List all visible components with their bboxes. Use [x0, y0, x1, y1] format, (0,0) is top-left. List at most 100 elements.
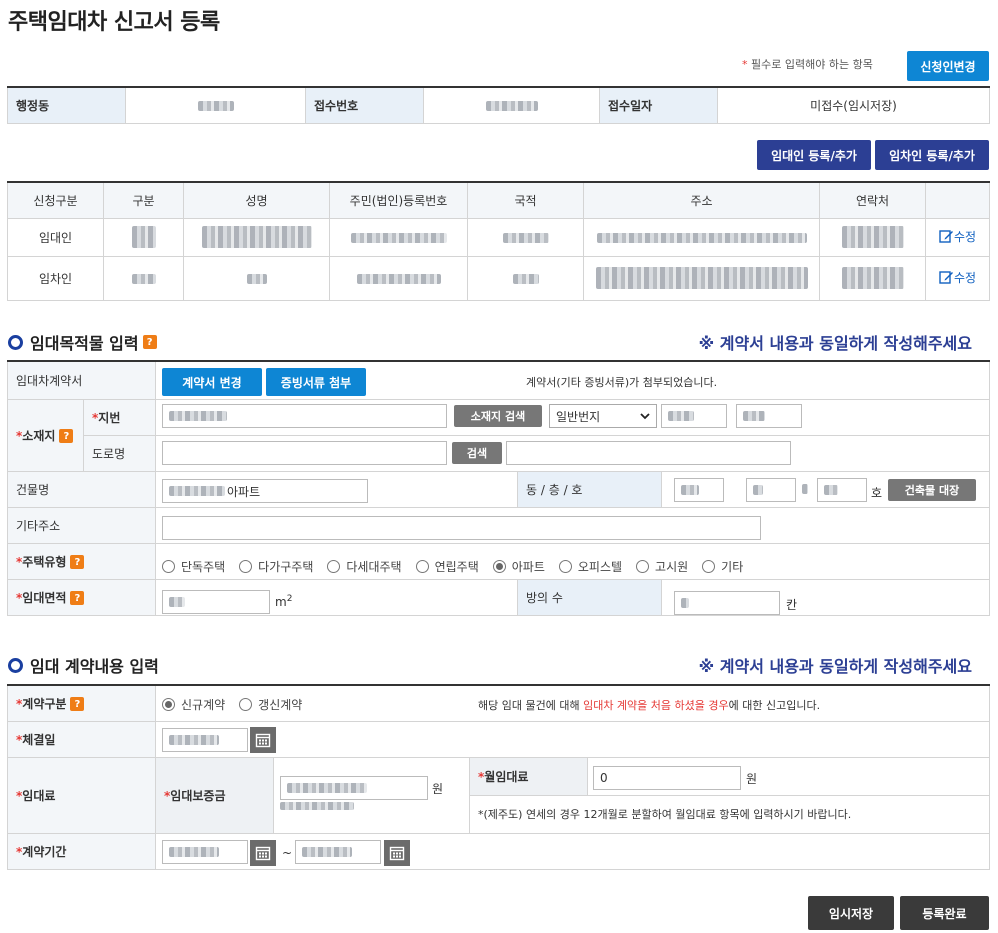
housing-type-radio-label: 다가구주택 [258, 560, 314, 574]
area-input[interactable] [162, 590, 270, 614]
housing-type-radio-2[interactable]: 다세대주택 [327, 558, 402, 575]
contract-date-input[interactable] [162, 728, 248, 752]
party-type: 임대인 [7, 217, 104, 257]
page-title: 주택임대차 신고서 등록 [8, 10, 220, 35]
required-note: * 필수로 입력해야 하는 항목 [742, 58, 873, 71]
lot-type-select[interactable]: 일반번지 [549, 404, 657, 428]
section-ring-icon [8, 334, 23, 350]
lot-address-input[interactable] [162, 404, 447, 428]
location-label: *소재지? [7, 398, 84, 472]
housing-type-radio-5[interactable]: 오피스텔 [558, 558, 623, 575]
building-name-input[interactable]: 아파트 [162, 479, 368, 503]
area-label: *임대면적? [7, 578, 156, 616]
help-icon[interactable]: ? [142, 335, 157, 349]
road-label: 도로명 [83, 434, 156, 472]
radio-circle-icon [239, 560, 253, 573]
lot-main-number-input[interactable] [661, 404, 727, 428]
housing-type-radio-1[interactable]: 다가구주택 [239, 558, 313, 575]
add-lessor-button[interactable]: 임대인 등록/추가 [757, 140, 871, 170]
property-section-title: 임대목적물 입력? [8, 330, 157, 354]
radio-circle-icon [162, 698, 175, 711]
col-header: 국적 [467, 181, 584, 219]
other-address-label: 기타주소 [7, 506, 156, 544]
complete-registration-button[interactable]: 등록완료 [900, 896, 989, 930]
help-icon[interactable]: ? [70, 591, 85, 605]
contract-type-label: *계약구분? [7, 684, 156, 722]
help-icon[interactable]: ? [70, 555, 85, 569]
radio-circle-icon [239, 698, 253, 711]
road-search-button[interactable]: 검색 [452, 442, 502, 464]
radio-circle-icon [702, 560, 716, 573]
road-address-input[interactable] [162, 441, 447, 465]
rooms-input[interactable] [674, 591, 780, 615]
col-header: 신청구분 [7, 181, 104, 219]
housing-type-radio-group: 단독주택 다가구주택 다세대주택 연립주택 아파트 오피스텔 고시원 기타 [162, 558, 757, 575]
help-icon[interactable]: ? [59, 429, 74, 443]
floor-suffix [802, 484, 808, 494]
housing-type-radio-label: 기타 [721, 560, 744, 574]
contract-end-input[interactable] [295, 840, 381, 864]
table-row: 임대인 수정 [7, 217, 990, 257]
housing-type-radio-label: 고시원 [655, 560, 689, 574]
summary-table: 행정동 접수번호 접수일자 미접수(임시저장) [7, 86, 990, 124]
contract-type-radio-0[interactable]: 신규계약 [162, 696, 225, 713]
contract-type-radio-1[interactable]: 갱신계약 [239, 696, 302, 713]
help-icon[interactable]: ? [70, 697, 85, 712]
contract-section-note: ※ 계약서 내용과 동일하게 작성해주세요 [698, 657, 972, 676]
calendar-icon[interactable] [250, 840, 276, 866]
ho-input[interactable] [817, 478, 867, 502]
receipt-date-value: 미접수(임시저장) [717, 86, 990, 124]
building-label: 건물명 [7, 470, 156, 508]
lot-sub-number-input[interactable] [736, 404, 802, 428]
radio-circle-icon [327, 560, 341, 573]
radio-circle-icon [415, 560, 429, 573]
period-tilde: ~ [282, 846, 293, 860]
building-register-button[interactable]: 건축물 대장 [888, 479, 976, 501]
monthly-rent-input[interactable]: 0 [593, 766, 741, 790]
contract-type-note: 해당 임대 물건에 대해 임대차 계약을 처음 하셨을 경우에 대한 신고입니다… [478, 699, 821, 712]
deposit-amount-text [280, 802, 354, 810]
temp-save-button[interactable]: 임시저장 [808, 896, 894, 930]
change-applicant-button[interactable]: 신청인변경 [907, 51, 989, 81]
calendar-icon[interactable] [250, 727, 276, 753]
housing-type-label: *주택유형? [7, 542, 156, 580]
dong-input[interactable] [674, 478, 724, 502]
attach-evidence-button[interactable]: 증빙서류 첨부 [266, 368, 366, 396]
housing-type-radio-3[interactable]: 연립주택 [415, 558, 479, 575]
ho-unit: 호 [871, 486, 883, 500]
housing-type-radio-0[interactable]: 단독주택 [162, 558, 225, 575]
contract-section-title: 임대 계약내용 입력 [8, 653, 159, 677]
monthly-rent-label: *월임대료 [469, 756, 588, 796]
calendar-icon[interactable] [384, 840, 410, 866]
lot-label: *지번 [83, 398, 156, 436]
housing-type-radio-4[interactable]: 아파트 [492, 558, 545, 575]
deposit-input[interactable] [280, 776, 428, 800]
edit-icon [939, 230, 953, 243]
contract-date-label: *체결일 [7, 720, 156, 758]
party-type: 임차인 [7, 255, 104, 301]
location-search-button[interactable]: 소재지 검색 [454, 405, 542, 427]
other-address-input[interactable] [162, 516, 761, 540]
housing-type-radio-label: 연립주택 [434, 560, 479, 574]
housing-type-radio-label: 다세대주택 [346, 560, 402, 574]
col-header: 성명 [183, 181, 330, 219]
edit-lessee-link[interactable]: 수정 [939, 269, 976, 286]
contract-type-radio-label: 갱신계약 [258, 698, 303, 712]
housing-type-radio-label: 오피스텔 [577, 560, 623, 574]
radio-circle-icon [492, 560, 506, 573]
col-header: 연락처 [819, 181, 926, 219]
contract-start-input[interactable] [162, 840, 248, 864]
summary-label-receipt-no: 접수번호 [305, 86, 424, 124]
col-header: 주민(법인)등록번호 [329, 181, 468, 219]
parties-table: 신청구분 구분 성명 주민(법인)등록번호 국적 주소 연락처 임대인 수정 임… [7, 181, 990, 301]
add-lessee-button[interactable]: 임차인 등록/추가 [875, 140, 989, 170]
floor-input[interactable] [746, 478, 796, 502]
edit-lessor-link[interactable]: 수정 [939, 228, 976, 245]
change-contract-button[interactable]: 계약서 변경 [162, 368, 262, 396]
housing-type-radio-7[interactable]: 기타 [702, 558, 743, 575]
radio-circle-icon [162, 560, 175, 573]
housing-type-radio-6[interactable]: 고시원 [636, 558, 688, 575]
road-detail-input[interactable] [506, 441, 791, 465]
contract-type-radio-group: 신규계약 갱신계약 [162, 696, 316, 713]
housing-type-radio-label: 아파트 [511, 560, 545, 574]
